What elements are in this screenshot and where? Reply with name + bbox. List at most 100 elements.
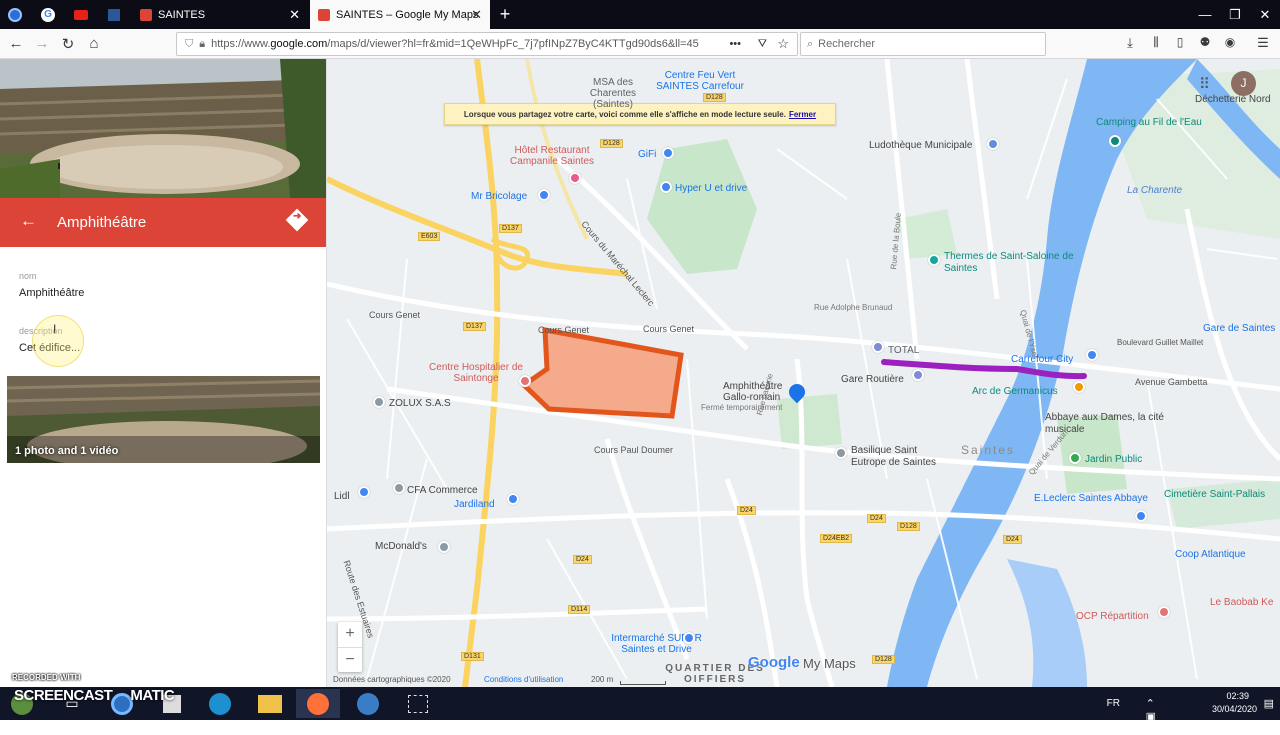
back-arrow-icon[interactable]: ← bbox=[20, 211, 37, 231]
hotel-pin-icon[interactable] bbox=[569, 172, 581, 184]
terms-link[interactable]: Conditions d'utilisation bbox=[484, 675, 563, 684]
poi-total[interactable]: TOTAL bbox=[888, 345, 919, 356]
poi-msa[interactable]: MSA des Charentes (Saintes) bbox=[578, 77, 648, 110]
explorer-app[interactable] bbox=[248, 689, 292, 718]
poi-thermes[interactable]: Thermes de Saint-Saloine de Saintes bbox=[944, 251, 1074, 275]
account-icon[interactable]: ◉ bbox=[1220, 35, 1240, 49]
pinned-tab-google[interactable]: G bbox=[33, 0, 63, 29]
maximize-button[interactable]: ❐ bbox=[1220, 0, 1250, 29]
close-tab-icon[interactable]: ✕ bbox=[471, 7, 482, 23]
poi-mr-bricolage[interactable]: Mr Bricolage bbox=[471, 191, 527, 202]
camping-pin-icon[interactable] bbox=[1109, 135, 1121, 147]
back-arrow-icon[interactable]: ← bbox=[6, 35, 26, 52]
poi-jardiland[interactable]: Jardiland bbox=[454, 499, 495, 510]
app-icon bbox=[8, 7, 22, 22]
page-actions-icon[interactable]: ••• bbox=[725, 38, 745, 50]
poi-hyper-u[interactable]: Hyper U et drive bbox=[675, 183, 747, 194]
medical-pin-icon[interactable] bbox=[1158, 606, 1170, 618]
poi-cimetiere[interactable]: Cimetière Saint-Pallais bbox=[1164, 489, 1265, 500]
poi-ludotheque[interactable]: Ludothèque Municipale bbox=[869, 140, 972, 151]
menu-icon[interactable]: ☰ bbox=[1253, 35, 1273, 51]
forward-arrow-icon[interactable]: → bbox=[32, 35, 52, 52]
poi-gare-saintes[interactable]: Gare de Saintes bbox=[1203, 323, 1275, 334]
poi-jardin-public[interactable]: Jardin Public bbox=[1085, 454, 1142, 465]
poi-leclerc[interactable]: E.Leclerc Saintes Abbaye bbox=[1034, 493, 1148, 504]
poi-decheterie[interactable]: Déchetterie Nord bbox=[1195, 94, 1271, 105]
banner-close-link[interactable]: Fermer bbox=[789, 110, 816, 119]
new-tab-button[interactable]: + bbox=[490, 0, 520, 29]
tab-saintes[interactable]: SAINTES ✕ bbox=[132, 0, 308, 29]
hospital-pin-icon[interactable] bbox=[519, 375, 531, 387]
poi-amphitheatre[interactable]: Amphithéâtre Gallo-romain bbox=[723, 381, 783, 403]
church-pin-icon[interactable] bbox=[835, 447, 847, 459]
poi-gare-routiere[interactable]: Gare Routière bbox=[841, 374, 904, 385]
place-pin-icon[interactable] bbox=[987, 138, 999, 150]
media-gallery[interactable]: 1 photo and 1 vidéo bbox=[7, 376, 320, 463]
snipping-app[interactable] bbox=[396, 689, 440, 718]
poi-baobab[interactable]: Le Baobab Ke bbox=[1210, 597, 1273, 608]
amphitheatre-photo[interactable] bbox=[0, 59, 326, 198]
poi-hopital[interactable]: Centre Hospitalier de Saintonge bbox=[426, 362, 526, 384]
search-field[interactable]: ⌕ Rechercher bbox=[800, 32, 1046, 56]
shop-pin-icon[interactable] bbox=[507, 493, 519, 505]
place-pin-icon[interactable] bbox=[373, 396, 385, 408]
bookmark-star-icon[interactable]: ☆ bbox=[777, 36, 789, 52]
poi-camping[interactable]: Camping au Fil de l'Eau bbox=[1096, 117, 1202, 128]
library-icon[interactable]: ⫼ bbox=[1146, 35, 1166, 50]
zoom-in-button[interactable]: + bbox=[338, 622, 362, 647]
poi-lidl[interactable]: Lidl bbox=[334, 491, 350, 502]
globe-app[interactable] bbox=[346, 689, 390, 718]
poi-arc-germanicus[interactable]: Arc de Germanicus bbox=[972, 386, 1058, 397]
minimize-button[interactable]: — bbox=[1190, 0, 1220, 29]
bus-pin-icon[interactable] bbox=[912, 369, 924, 381]
pinned-tab-4[interactable] bbox=[99, 0, 129, 29]
poi-coop[interactable]: Coop Atlantique bbox=[1175, 549, 1246, 560]
shop-pin-icon[interactable] bbox=[660, 181, 672, 193]
shop-pin-icon[interactable] bbox=[358, 486, 370, 498]
user-avatar[interactable]: J bbox=[1231, 71, 1256, 96]
firefox-app[interactable] bbox=[296, 689, 340, 718]
thermes-pin-icon[interactable] bbox=[928, 254, 940, 266]
poi-mcdonalds[interactable]: McDonald's bbox=[375, 541, 427, 552]
sidebar-icon[interactable]: ▯ bbox=[1170, 35, 1190, 49]
shop-pin-icon[interactable] bbox=[1135, 510, 1147, 522]
poi-gifi[interactable]: GiFi bbox=[638, 149, 656, 160]
poi-carrefour-city[interactable]: Carrefour City bbox=[1011, 354, 1073, 365]
pinned-tab-1[interactable] bbox=[0, 0, 30, 29]
poi-basilique[interactable]: Basilique Saint Eutrope de Saintes bbox=[851, 445, 951, 469]
pocket-icon[interactable]: ⛛ bbox=[757, 37, 767, 51]
school-pin-icon[interactable] bbox=[393, 482, 405, 494]
home-icon[interactable]: ⌂ bbox=[84, 35, 104, 52]
map-canvas[interactable]: Lorsque vous partagez votre carte, voici… bbox=[327, 59, 1280, 687]
clock-time[interactable]: 02:39 bbox=[1226, 691, 1249, 701]
extension-icon[interactable]: ⚉ bbox=[1195, 35, 1215, 49]
edge-app[interactable] bbox=[198, 689, 242, 718]
poi-hotel-campanile[interactable]: Hôtel Restaurant Campanile Saintes bbox=[507, 145, 597, 167]
language-indicator[interactable]: FR bbox=[1107, 698, 1120, 709]
reload-icon[interactable]: ↻ bbox=[58, 35, 78, 53]
shop-pin-icon[interactable] bbox=[1086, 349, 1098, 361]
shop-pin-icon[interactable] bbox=[538, 189, 550, 201]
fuel-pin-icon[interactable] bbox=[872, 341, 884, 353]
navigation-toolbar: ← → ↻ ⌂ ⛉ 🔒︎ https://www. google.com/maps… bbox=[0, 29, 1280, 59]
notifications-icon[interactable]: ▤ bbox=[1264, 697, 1274, 710]
poi-cfa[interactable]: CFA Commerce bbox=[407, 485, 478, 496]
address-bar[interactable]: ⛉ 🔒︎ https://www. google.com/maps/d/viewe… bbox=[176, 32, 798, 56]
tray-icons[interactable]: ⌃ ▣ ♪ bbox=[1146, 697, 1156, 735]
monument-pin-icon[interactable] bbox=[1073, 381, 1085, 393]
close-tab-icon[interactable]: ✕ bbox=[289, 7, 300, 23]
download-icon[interactable]: ⤓ bbox=[1120, 35, 1140, 51]
poi-zolux[interactable]: ZOLUX S.A.S bbox=[389, 398, 451, 409]
close-window-button[interactable]: ✕ bbox=[1250, 0, 1280, 29]
apps-grid-icon[interactable]: ⠿ bbox=[1199, 75, 1210, 93]
restaurant-pin-icon[interactable] bbox=[438, 541, 450, 553]
pinned-tab-youtube[interactable] bbox=[66, 0, 96, 29]
zoom-out-button[interactable]: − bbox=[338, 647, 362, 672]
park-pin-icon[interactable] bbox=[1069, 452, 1081, 464]
shop-pin-icon[interactable] bbox=[683, 632, 695, 644]
clock-date[interactable]: 30/04/2020 bbox=[1212, 704, 1257, 714]
shop-pin-icon[interactable] bbox=[662, 147, 674, 159]
tab-saintes-mymaps[interactable]: SAINTES – Google My Maps ✕ bbox=[310, 0, 490, 29]
poi-ocp[interactable]: OCP Répartition bbox=[1076, 611, 1149, 622]
poi-centre-feu-vert[interactable]: Centre Feu Vert SAINTES Carrefour bbox=[645, 70, 755, 92]
